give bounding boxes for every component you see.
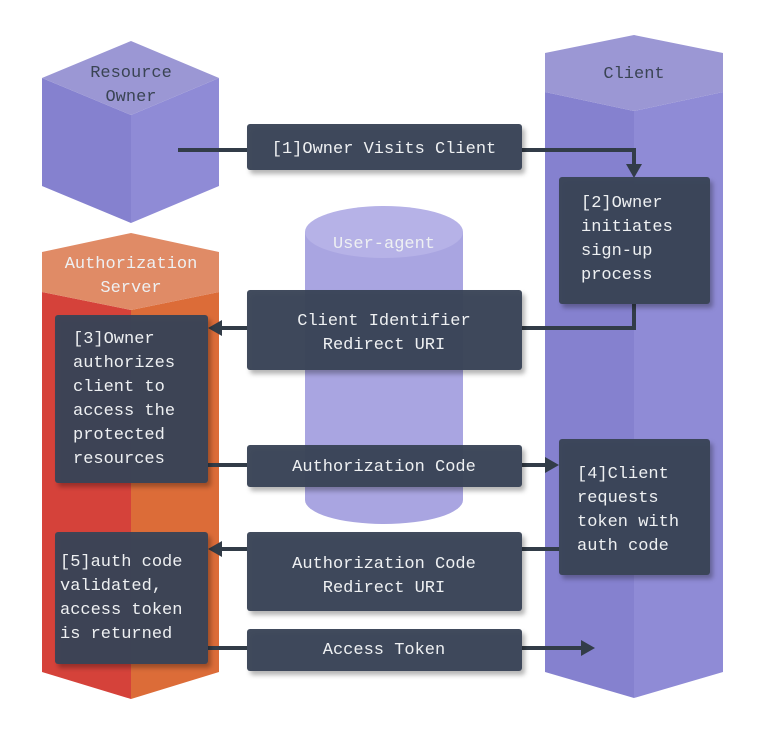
step5-line: validated,	[60, 577, 162, 596]
client-identifier-line: Client Identifier	[297, 312, 470, 331]
authorization-server-label-2: Server	[100, 279, 161, 298]
step5-line: [5]auth code	[60, 553, 182, 572]
step5-line: is returned	[60, 625, 172, 644]
step4-line: token with	[577, 513, 679, 532]
step2-line: process	[581, 266, 652, 285]
step3-line: client to	[73, 378, 165, 397]
step3-line: access the	[73, 402, 175, 421]
step4-line: [4]Client	[577, 465, 669, 484]
auth-code-redirect-line: Authorization Code	[292, 555, 476, 574]
resource-owner-label-1: Resource	[90, 64, 172, 83]
user-agent-label: User-agent	[333, 235, 435, 254]
step1-text: [1]Owner Visits Client	[272, 140, 496, 159]
step3-line: authorizes	[73, 354, 175, 373]
resource-owner-cube: Resource Owner	[42, 41, 219, 223]
step4-line: auth code	[577, 537, 669, 556]
step3-line: protected	[73, 426, 165, 445]
step4-line: requests	[577, 489, 659, 508]
authorization-code-text: Authorization Code	[292, 458, 476, 477]
client-label: Client	[603, 65, 664, 84]
step2-line: sign-up	[581, 242, 652, 261]
step2-line: [2]Owner	[581, 194, 663, 213]
step5-box	[55, 532, 208, 664]
step3-line: [3]Owner	[73, 330, 155, 349]
access-token-text: Access Token	[323, 641, 445, 660]
step5-line: access token	[60, 601, 182, 620]
oauth-flow-diagram: Resource Owner Authorization Server Clie…	[42, 35, 723, 699]
authorization-server-label-1: Authorization	[65, 255, 198, 274]
resource-owner-label-2: Owner	[105, 88, 156, 107]
client-column: Client	[545, 35, 723, 698]
step3-line: resources	[73, 450, 165, 469]
auth-code-redirect-line: Redirect URI	[323, 579, 445, 598]
step2-line: initiates	[581, 218, 673, 237]
client-identifier-line: Redirect URI	[323, 336, 445, 355]
